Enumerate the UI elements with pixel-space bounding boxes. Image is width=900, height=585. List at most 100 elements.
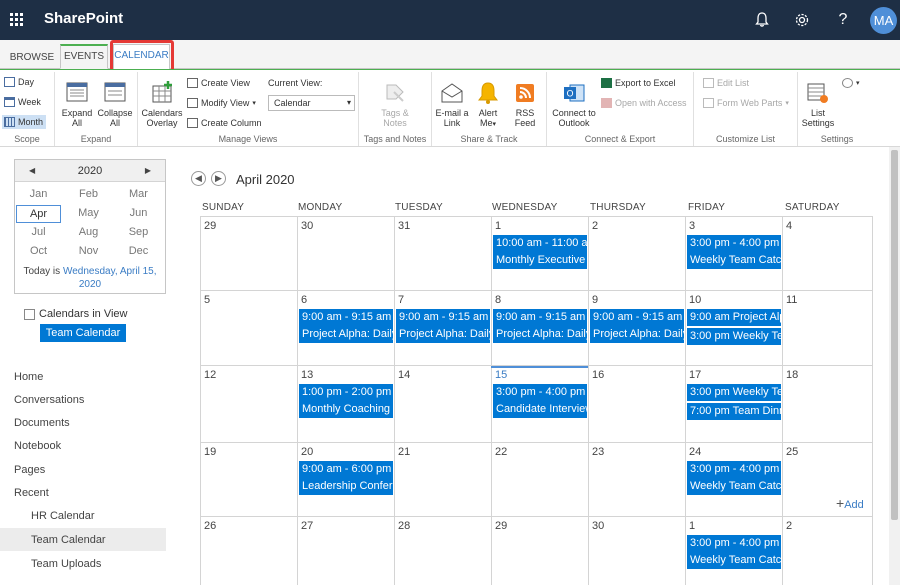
day-number[interactable]: 25: [786, 446, 798, 458]
calendar-event[interactable]: 9:00 am - 9:15 am Project Alpha: Daily: [396, 309, 490, 343]
scrollbar-thumb[interactable]: [891, 150, 898, 520]
day-number[interactable]: 23: [592, 446, 604, 458]
calendar-event[interactable]: 1:00 pm - 2:00 pm Monthly Coaching: [299, 384, 393, 418]
tags-notes-button[interactable]: Tags & Notes: [375, 80, 415, 128]
day-number[interactable]: 11: [786, 294, 797, 306]
day-number[interactable]: 1: [495, 220, 501, 232]
day-number[interactable]: 16: [592, 369, 604, 381]
day-number[interactable]: 20: [301, 446, 313, 458]
month-cell[interactable]: Sep: [116, 224, 161, 240]
current-view-select[interactable]: Calendar: [268, 95, 355, 111]
day-button[interactable]: Day: [4, 77, 34, 87]
nav-item-notebook[interactable]: Notebook: [14, 440, 61, 452]
calendar-event[interactable]: 9:00 am - 6:00 pm Leadership Conference: [299, 461, 393, 495]
form-web-parts-button[interactable]: Form Web Parts ▾: [703, 98, 789, 108]
month-cell[interactable]: Dec: [116, 243, 161, 259]
nav-recent-team-uploads[interactable]: Team Uploads: [31, 558, 101, 570]
day-number[interactable]: 14: [398, 369, 410, 381]
day-number[interactable]: 24: [689, 446, 701, 458]
day-number[interactable]: 13: [301, 369, 313, 381]
app-launcher-icon[interactable]: [10, 13, 24, 27]
day-number[interactable]: 29: [204, 220, 216, 232]
day-number[interactable]: 29: [495, 520, 507, 532]
calendar-event[interactable]: 7:00 pm Team Dinner: [687, 403, 781, 420]
tab-browse[interactable]: BROWSE: [9, 48, 55, 69]
nav-item-documents[interactable]: Documents: [14, 417, 70, 429]
open-access-button[interactable]: Open with Access: [601, 98, 687, 108]
month-button[interactable]: Month: [2, 115, 47, 129]
calendar-event[interactable]: 10:00 am - 11:00 am Monthly Executive: [493, 235, 587, 269]
month-cell[interactable]: May: [66, 205, 111, 221]
day-number[interactable]: 18: [786, 369, 798, 381]
day-number[interactable]: 4: [786, 220, 792, 232]
day-number[interactable]: 6: [301, 294, 307, 306]
day-number[interactable]: 12: [204, 369, 216, 381]
nav-item-pages[interactable]: Pages: [14, 464, 45, 476]
month-cell[interactable]: Apr: [16, 205, 61, 223]
settings-dropdown-icon[interactable]: ▾: [842, 78, 860, 88]
expand-all-button[interactable]: Expand All: [57, 80, 97, 128]
team-calendar-chip[interactable]: Team Calendar: [40, 324, 126, 342]
day-number[interactable]: 30: [592, 520, 604, 532]
calendar-event[interactable]: 9:00 am - 9:15 am Project Alpha: Daily: [590, 309, 684, 343]
month-cell[interactable]: Feb: [66, 186, 111, 202]
nav-item-home[interactable]: Home: [14, 371, 43, 383]
month-cell[interactable]: Mar: [116, 186, 161, 202]
month-cell[interactable]: Jun: [116, 205, 161, 221]
day-number[interactable]: 8: [495, 294, 501, 306]
day-number[interactable]: 27: [301, 520, 313, 532]
day-number[interactable]: 31: [398, 220, 410, 232]
month-cell[interactable]: Nov: [66, 243, 111, 259]
day-number[interactable]: 1: [689, 520, 695, 532]
nav-item-conversations[interactable]: Conversations: [14, 394, 84, 406]
gear-icon[interactable]: [791, 9, 813, 31]
month-cell[interactable]: Oct: [16, 243, 61, 259]
calendar-event[interactable]: 3:00 pm - 4:00 pm Weekly Team Catch: [687, 235, 781, 269]
email-link-button[interactable]: E-mail a Link: [432, 80, 472, 128]
list-settings-button[interactable]: List Settings: [798, 80, 838, 128]
day-number[interactable]: 21: [398, 446, 410, 458]
nav-recent-team-calendar[interactable]: Team Calendar: [31, 534, 106, 546]
calendar-event[interactable]: 3:00 pm - 4:00 pm Weekly Team Catch: [687, 461, 781, 495]
bell-icon[interactable]: [751, 9, 773, 31]
day-number[interactable]: 2: [786, 520, 792, 532]
calendar-event[interactable]: 9:00 am - 9:15 am Project Alpha: Daily: [493, 309, 587, 343]
day-number[interactable]: 30: [301, 220, 313, 232]
day-number[interactable]: 19: [204, 446, 216, 458]
month-cell[interactable]: Jan: [16, 186, 61, 202]
day-number[interactable]: 3: [689, 220, 695, 232]
day-number[interactable]: 2: [592, 220, 598, 232]
prev-year-icon[interactable]: ◀: [29, 160, 35, 182]
calendar-event[interactable]: 3:00 pm Weekly Team: [687, 328, 781, 345]
calendar-event[interactable]: 3:00 pm Weekly Team: [687, 384, 781, 401]
rss-feed-button[interactable]: RSS Feed: [505, 80, 545, 128]
day-number[interactable]: 9: [592, 294, 598, 306]
day-number[interactable]: 26: [204, 520, 216, 532]
alert-me-button[interactable]: Alert Me▾: [468, 80, 508, 130]
day-number[interactable]: 22: [495, 446, 507, 458]
tab-events[interactable]: EVENTS: [60, 44, 108, 69]
calendar-event[interactable]: 9:00 am - 9:15 am Project Alpha: Daily: [299, 309, 393, 343]
week-button[interactable]: Week: [4, 97, 41, 107]
brand-title[interactable]: SharePoint: [44, 10, 123, 27]
day-number[interactable]: 10: [689, 294, 701, 306]
next-year-icon[interactable]: ▶: [145, 160, 151, 182]
create-column-button[interactable]: Create Column: [187, 118, 262, 128]
prev-month-icon[interactable]: ◀: [191, 171, 206, 186]
collapse-all-button[interactable]: Collapse All: [95, 80, 135, 128]
edit-list-button[interactable]: Edit List: [703, 78, 749, 88]
create-view-button[interactable]: Create View: [187, 78, 250, 88]
calendars-overlay-button[interactable]: Calendars Overlay: [140, 80, 184, 128]
calendar-event[interactable]: 3:00 pm - 4:00 pm Candidate Interview: [493, 384, 587, 418]
day-number[interactable]: 7: [398, 294, 404, 306]
connect-outlook-button[interactable]: O Connect to Outlook: [551, 80, 597, 128]
avatar[interactable]: MA: [870, 7, 897, 34]
next-month-icon[interactable]: ▶: [211, 171, 226, 186]
month-cell[interactable]: Aug: [66, 224, 111, 240]
today-link[interactable]: Wednesday, April 15, 2020: [63, 266, 157, 290]
month-cell[interactable]: Jul: [16, 224, 61, 240]
calendar-event[interactable]: 9:00 am Project Alpha: [687, 309, 781, 326]
day-number[interactable]: 17: [689, 369, 701, 381]
calendar-checkbox-icon[interactable]: [24, 308, 35, 320]
calendar-event[interactable]: 3:00 pm - 4:00 pm Weekly Team Catch: [687, 535, 781, 569]
